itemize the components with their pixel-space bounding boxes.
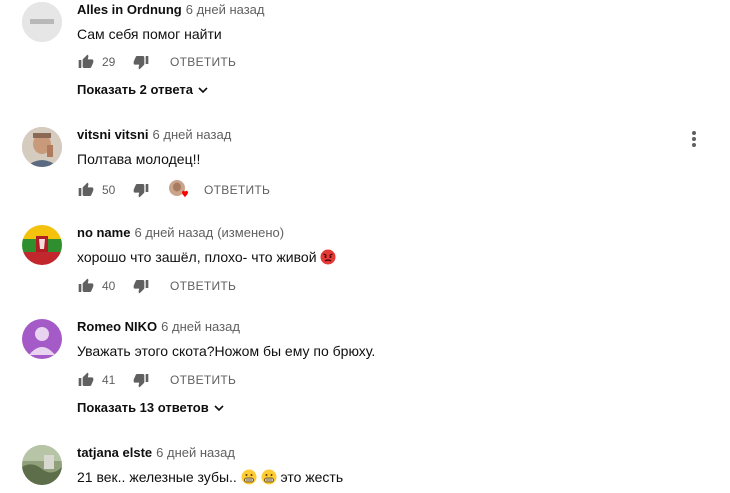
timestamp[interactable]: 6 дней назад — [156, 445, 235, 460]
dislike-button[interactable] — [132, 277, 150, 295]
avatar[interactable] — [22, 2, 62, 42]
like-button[interactable] — [77, 277, 95, 295]
dislike-button[interactable] — [132, 53, 150, 71]
avatar[interactable] — [22, 127, 62, 167]
like-count: 40 — [102, 279, 116, 293]
grimacing-face-emoji-icon — [241, 469, 257, 485]
show-replies-label: Показать 2 ответа — [77, 82, 193, 97]
author-name[interactable]: Alles in Ordnung — [77, 2, 182, 17]
author-name[interactable]: vitsni vitsni — [77, 127, 149, 142]
like-button[interactable] — [77, 371, 95, 389]
like-count: 50 — [102, 183, 116, 197]
avatar[interactable] — [22, 319, 62, 359]
author-name[interactable]: Romeo NIKO — [77, 319, 157, 334]
thumbs-up-icon — [78, 54, 94, 68]
comment-header: vitsni vitsni 6 дней назад — [77, 127, 231, 143]
comment-actions: 41 ОТВЕТИТЬ — [77, 368, 236, 392]
chevron-down-icon — [214, 404, 224, 411]
thumbs-down-icon — [133, 184, 149, 198]
like-button[interactable] — [77, 53, 95, 71]
reply-button[interactable]: ОТВЕТИТЬ — [170, 279, 236, 293]
timestamp[interactable]: 6 дней назад — [153, 127, 232, 142]
reply-button[interactable]: ОТВЕТИТЬ — [170, 55, 236, 69]
more-options-button[interactable] — [688, 129, 700, 149]
comment-actions: 29 ОТВЕТИТЬ — [77, 50, 236, 74]
dislike-button[interactable] — [132, 181, 150, 199]
comment-text-part1: 21 век.. железные зубы.. — [77, 469, 237, 485]
more-vert-icon — [692, 131, 696, 135]
comment-text: 21 век.. железные зубы.. это жесть — [77, 467, 343, 487]
like-button[interactable] — [77, 181, 95, 199]
creator-heart-badge — [168, 179, 190, 201]
timestamp[interactable]: 6 дней назад — [134, 225, 213, 240]
show-replies-button[interactable]: Показать 13 ответов — [77, 400, 224, 415]
edited-label: (изменено) — [217, 225, 285, 240]
thumbs-up-icon — [78, 372, 94, 386]
avatar[interactable] — [22, 225, 62, 265]
author-name[interactable]: no name — [77, 225, 130, 240]
angry-face-emoji-icon — [320, 249, 336, 265]
grimacing-face-emoji-icon — [261, 469, 277, 485]
creator-heart-icon — [169, 180, 188, 198]
comment-header: tatjana elste 6 дней назад — [77, 445, 235, 461]
comment-text: Сам себя помог найти — [77, 26, 222, 42]
reply-button[interactable]: ОТВЕТИТЬ — [204, 183, 270, 197]
thumbs-down-icon — [133, 374, 149, 388]
chevron-down-icon — [198, 86, 208, 93]
comment-text: Полтава молодец!! — [77, 151, 201, 167]
thumbs-down-icon — [133, 56, 149, 70]
comment-text-part2: это жесть — [280, 469, 344, 485]
timestamp[interactable]: 6 дней назад — [161, 319, 240, 334]
comment-text: Уважать этого скота?Ножом бы ему по брюх… — [77, 343, 376, 359]
comment-actions: 50 ОТВЕТИТЬ — [77, 178, 270, 202]
avatar[interactable] — [22, 445, 62, 485]
comment-header: Romeo NIKO 6 дней назад — [77, 319, 240, 335]
show-replies-label: Показать 13 ответов — [77, 400, 209, 415]
author-name[interactable]: tatjana elste — [77, 445, 152, 460]
thumbs-down-icon — [133, 280, 149, 294]
dislike-button[interactable] — [132, 371, 150, 389]
like-count: 41 — [102, 373, 116, 387]
show-replies-button[interactable]: Показать 2 ответа — [77, 82, 208, 97]
comment-text: хорошо что зашёл, плохо- что живой — [77, 247, 336, 267]
comment-header: Alles in Ordnung 6 дней назад — [77, 2, 264, 18]
reply-button[interactable]: ОТВЕТИТЬ — [170, 373, 236, 387]
comment-header: no name 6 дней назад (изменено) — [77, 225, 284, 241]
comment-actions: 40 ОТВЕТИТЬ — [77, 274, 236, 298]
timestamp[interactable]: 6 дней назад — [186, 2, 265, 17]
comment-text-content: хорошо что зашёл, плохо- что живой — [77, 249, 317, 265]
thumbs-up-icon — [78, 182, 94, 196]
thumbs-up-icon — [78, 278, 94, 292]
like-count: 29 — [102, 55, 116, 69]
